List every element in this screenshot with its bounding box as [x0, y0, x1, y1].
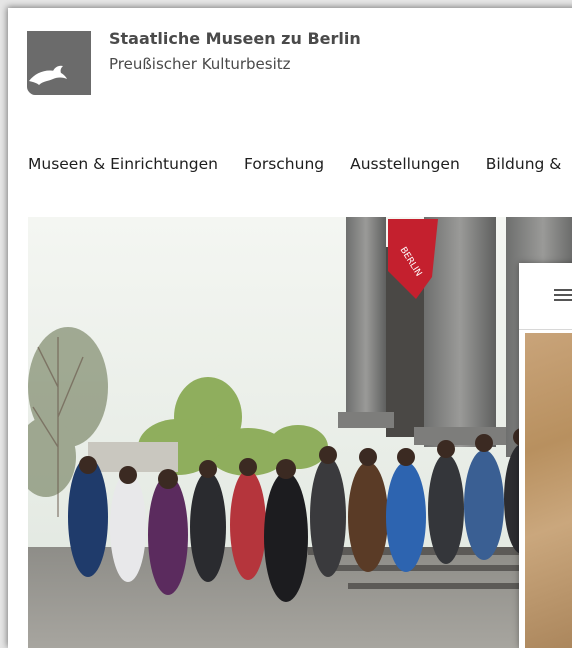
main-navigation: Museen & Einrichtungen Forschung Ausstel…	[28, 155, 561, 173]
nav-item-ausstellungen[interactable]: Ausstellungen	[350, 155, 460, 173]
nav-item-museen[interactable]: Museen & Einrichtungen	[28, 155, 218, 173]
overlay-card	[519, 263, 572, 648]
hamburger-menu-icon[interactable]	[554, 289, 572, 301]
overlay-parchment-image	[525, 333, 572, 648]
eagle-logo-icon[interactable]	[27, 31, 91, 95]
site-subtitle: Preußischer Kulturbesitz	[109, 55, 291, 73]
nav-item-forschung[interactable]: Forschung	[244, 155, 324, 173]
hero-image: BERLIN	[28, 217, 572, 648]
site-title[interactable]: Staatliche Museen zu Berlin	[109, 29, 361, 48]
nav-item-bildung[interactable]: Bildung &	[486, 155, 562, 173]
overlay-divider	[519, 329, 572, 330]
page-frame: Staatliche Museen zu Berlin Preußischer …	[8, 8, 572, 648]
